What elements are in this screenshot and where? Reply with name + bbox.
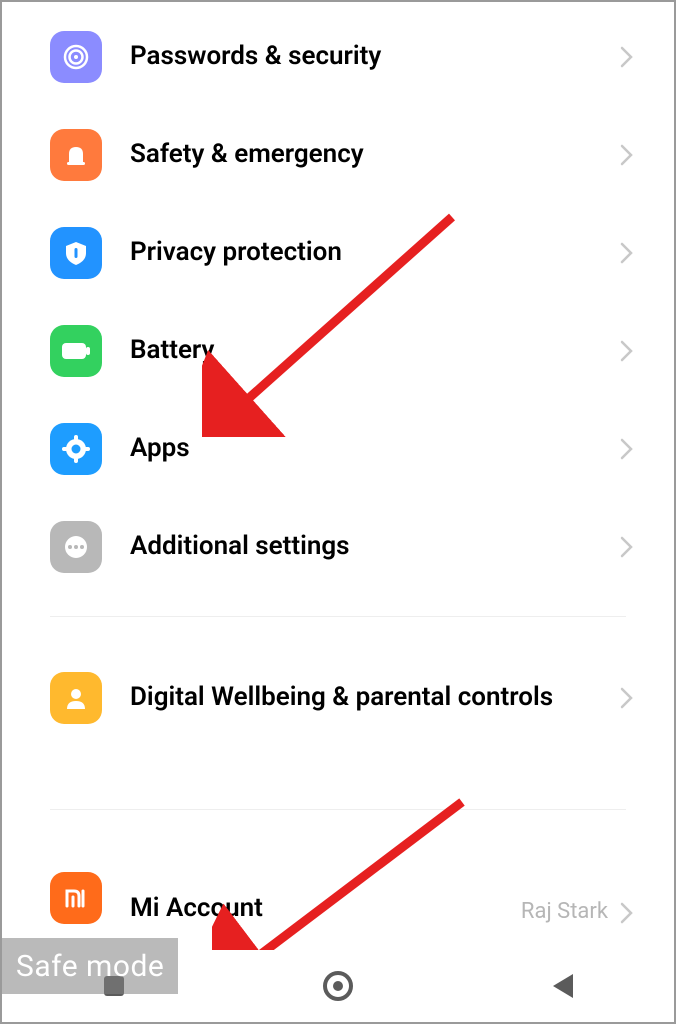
- shield-icon: [50, 227, 102, 279]
- spacer: [2, 753, 674, 789]
- chevron-right-icon: [618, 46, 636, 68]
- settings-item-privacy-protection[interactable]: Privacy protection: [2, 204, 674, 302]
- settings-item-digital-wellbeing[interactable]: Digital Wellbeing & parental controls: [2, 643, 674, 753]
- gear-icon: [50, 423, 102, 475]
- chevron-right-icon: [618, 687, 636, 709]
- settings-item-label: Battery: [102, 335, 618, 366]
- safe-mode-label: Safe mode: [16, 949, 164, 984]
- chevron-right-icon: [618, 242, 636, 264]
- divider: [50, 809, 626, 810]
- person-icon: [50, 672, 102, 724]
- settings-item-label: Safety & emergency: [102, 139, 618, 170]
- chevron-right-icon: [618, 902, 636, 924]
- settings-item-label: Apps: [102, 433, 618, 464]
- settings-item-additional-settings[interactable]: Additional settings: [2, 498, 674, 596]
- settings-item-label: Passwords & security: [102, 41, 618, 72]
- divider: [50, 616, 626, 617]
- chevron-right-icon: [618, 536, 636, 558]
- settings-list: Passwords & security Safety & emergency …: [2, 2, 674, 906]
- settings-item-label: Digital Wellbeing & parental controls: [102, 682, 618, 713]
- settings-item-apps[interactable]: Apps: [2, 400, 674, 498]
- settings-item-safety-emergency[interactable]: Safety & emergency: [2, 106, 674, 204]
- chevron-right-icon: [618, 438, 636, 460]
- nav-home-button[interactable]: [308, 956, 368, 1016]
- settings-item-passwords-security[interactable]: Passwords & security: [2, 8, 674, 106]
- settings-item-label: Mi Account: [102, 893, 521, 924]
- siren-icon: [50, 129, 102, 181]
- fingerprint-icon: [50, 31, 102, 83]
- settings-item-battery[interactable]: Battery: [2, 302, 674, 400]
- settings-item-label: Privacy protection: [102, 237, 618, 268]
- settings-screen: Passwords & security Safety & emergency …: [0, 0, 676, 1024]
- chevron-right-icon: [618, 144, 636, 166]
- dots-icon: [50, 521, 102, 573]
- settings-item-label: Additional settings: [102, 531, 618, 562]
- chevron-right-icon: [618, 340, 636, 362]
- account-value: Raj Stark: [521, 899, 618, 924]
- mi-icon: [50, 872, 102, 924]
- safe-mode-badge: Safe mode: [2, 938, 178, 994]
- settings-item-mi-account[interactable]: Mi Account Raj Stark: [2, 836, 674, 906]
- battery-icon: [50, 325, 102, 377]
- nav-back-button[interactable]: [532, 956, 592, 1016]
